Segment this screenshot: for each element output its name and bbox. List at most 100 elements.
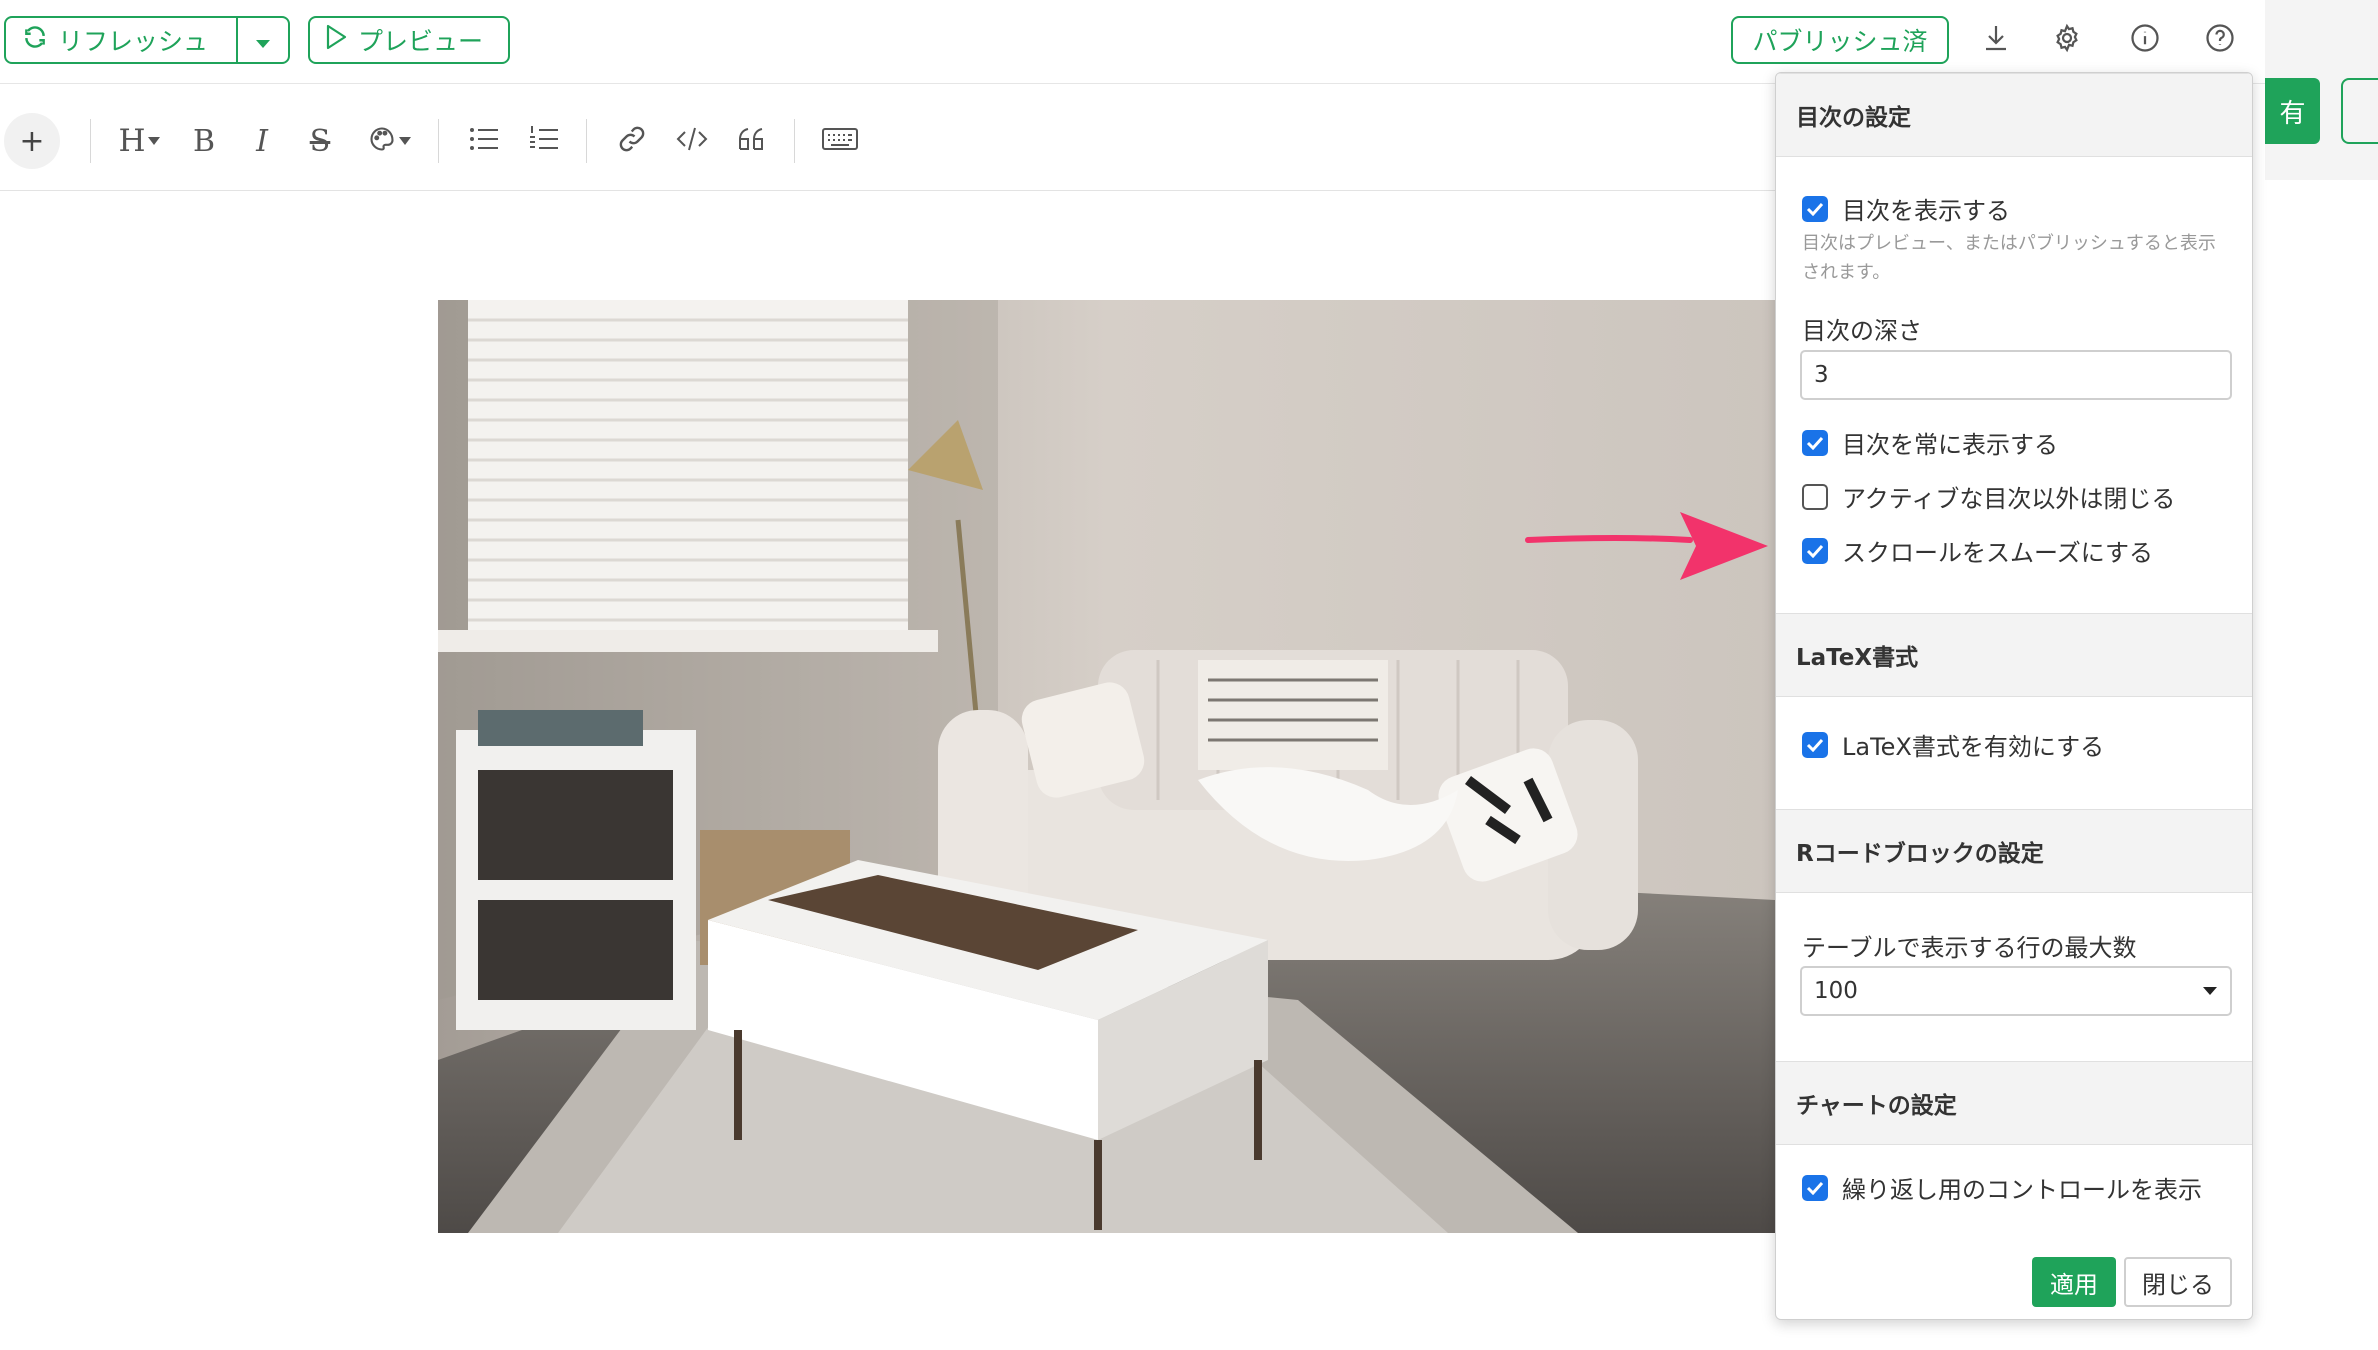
close-button[interactable]: 閉じる <box>2124 1257 2232 1307</box>
caret-down-icon <box>255 26 271 55</box>
refresh-label: リフレッシュ <box>58 27 209 56</box>
repeat-controls-label: 繰り返し用のコントロールを表示 <box>1842 1176 2202 1204</box>
caret-down-icon <box>2203 987 2217 995</box>
smooth-scroll-label: スクロールをスムーズにする <box>1842 539 2154 567</box>
insert-button[interactable]: + <box>4 113 60 169</box>
show-toc-checkbox[interactable] <box>1802 195 1828 222</box>
collapse-inactive-label: アクティブな目次以外は閉じる <box>1842 485 2176 513</box>
download-button[interactable] <box>1976 20 2016 60</box>
bold-icon: B <box>192 123 216 159</box>
check-icon <box>1806 436 1824 450</box>
apply-button[interactable]: 適用 <box>2032 1257 2116 1307</box>
gear-icon <box>2052 23 2082 57</box>
callout-arrow <box>1525 512 1768 580</box>
toc-section-header: 目次の設定 <box>1776 73 2252 157</box>
toolbar-divider <box>586 119 587 163</box>
code-button[interactable] <box>672 119 712 163</box>
secondary-button[interactable] <box>2341 78 2378 144</box>
latex-enable-label: LaTeX書式を有効にする <box>1842 733 2105 761</box>
publish-label: パブリッシュ済 <box>1752 27 1928 56</box>
bullet-list-icon <box>469 126 499 156</box>
r-code-section-title: Rコードブロックの設定 <box>1796 841 2044 867</box>
palette-icon <box>367 125 397 157</box>
collapse-inactive-checkbox[interactable] <box>1802 483 1828 510</box>
latex-section-title: LaTeX書式 <box>1796 645 1919 671</box>
r-code-section-header: Rコードブロックの設定 <box>1776 809 2252 893</box>
latex-enable-checkbox[interactable] <box>1802 731 1828 758</box>
living-room-photo <box>438 300 1775 1233</box>
repeat-controls-checkbox[interactable] <box>1802 1174 1828 1201</box>
check-icon <box>1806 544 1824 558</box>
info-button[interactable] <box>2125 20 2165 60</box>
editor-toolbar: + H B I S <box>0 105 1775 191</box>
share-button[interactable]: 有 <box>2265 78 2320 144</box>
underlying-content <box>2265 180 2378 1350</box>
check-icon <box>1806 738 1824 752</box>
play-icon <box>324 24 348 56</box>
max-rows-value: 100 <box>1814 978 1858 1004</box>
refresh-icon <box>22 24 48 56</box>
chart-section-header: チャートの設定 <box>1776 1061 2252 1145</box>
toc-depth-input[interactable]: 3 <box>1800 350 2232 400</box>
underlying-page: 有 <box>2265 0 2378 1350</box>
heading-icon: H <box>118 123 146 159</box>
toc-depth-label: 目次の深さ <box>1802 317 1922 345</box>
link-button[interactable] <box>612 119 652 163</box>
info-icon <box>2130 23 2160 57</box>
toc-depth-value: 3 <box>1814 362 1829 388</box>
preview-label: プレビュー <box>358 27 484 56</box>
toolbar-divider <box>794 119 795 163</box>
keyboard-shortcuts-button[interactable] <box>818 119 862 163</box>
numbered-list-icon <box>529 125 559 157</box>
toolbar-divider <box>438 119 439 163</box>
code-icon <box>676 125 708 157</box>
refresh-split-button: リフレッシュ <box>4 16 290 64</box>
publish-button[interactable]: パブリッシュ済 <box>1731 16 1949 64</box>
strikethrough-button[interactable]: S <box>302 119 338 163</box>
help-icon <box>2205 23 2235 57</box>
show-toc-hint: 目次はプレビュー、またはパブリッシュすると表示されます。 <box>1802 233 2216 283</box>
caret-down-icon <box>147 137 160 145</box>
share-label: 有 <box>2279 98 2306 129</box>
max-rows-select[interactable]: 100 <box>1800 966 2232 1016</box>
collapse-inactive-option[interactable]: アクティブな目次以外は閉じる <box>1802 479 2175 514</box>
plus-icon: + <box>19 123 45 159</box>
toc-section-title: 目次の設定 <box>1796 105 1911 131</box>
italic-icon: I <box>256 123 268 159</box>
close-label: 閉じる <box>2142 1270 2214 1299</box>
always-show-toc-checkbox[interactable] <box>1802 429 1828 456</box>
smooth-scroll-option[interactable]: スクロールをスムーズにする <box>1802 533 2153 568</box>
strikethrough-icon: S <box>309 123 331 159</box>
numbered-list-button[interactable] <box>524 119 564 163</box>
check-icon <box>1806 1181 1824 1195</box>
smooth-scroll-checkbox[interactable] <box>1802 537 1828 564</box>
download-icon <box>1983 24 2009 56</box>
apply-label: 適用 <box>2050 1270 2098 1299</box>
settings-panel: 目次の設定 目次を表示する 目次はプレビュー、またはパブリッシュすると表示されま… <box>1775 72 2253 1320</box>
quote-button[interactable] <box>732 119 772 163</box>
show-toc-label: 目次を表示する <box>1842 197 2010 225</box>
check-icon <box>1806 202 1824 216</box>
latex-enable-option[interactable]: LaTeX書式を有効にする <box>1802 727 2104 762</box>
caret-down-icon <box>399 137 411 145</box>
color-button[interactable] <box>362 119 416 163</box>
chart-section-title: チャートの設定 <box>1796 1093 1957 1119</box>
bullet-list-button[interactable] <box>464 119 504 163</box>
bold-button[interactable]: B <box>186 119 222 163</box>
repeat-controls-option[interactable]: 繰り返し用のコントロールを表示 <box>1802 1170 2202 1205</box>
always-show-toc-option[interactable]: 目次を常に表示する <box>1802 425 2058 460</box>
always-show-toc-label: 目次を常に表示する <box>1842 431 2058 459</box>
refresh-button[interactable]: リフレッシュ <box>6 18 238 62</box>
link-icon <box>617 124 647 158</box>
italic-button[interactable]: I <box>244 119 280 163</box>
preview-button[interactable]: プレビュー <box>308 16 510 64</box>
max-rows-label: テーブルで表示する行の最大数 <box>1802 934 2137 962</box>
help-button[interactable] <box>2200 20 2240 60</box>
keyboard-icon <box>822 127 858 155</box>
latex-section-header: LaTeX書式 <box>1776 613 2252 697</box>
heading-button[interactable]: H <box>112 119 166 163</box>
settings-button[interactable] <box>2047 20 2087 60</box>
toolbar-divider <box>90 119 91 163</box>
show-toc-option[interactable]: 目次を表示する <box>1802 191 2010 226</box>
refresh-dropdown-button[interactable] <box>238 18 288 62</box>
